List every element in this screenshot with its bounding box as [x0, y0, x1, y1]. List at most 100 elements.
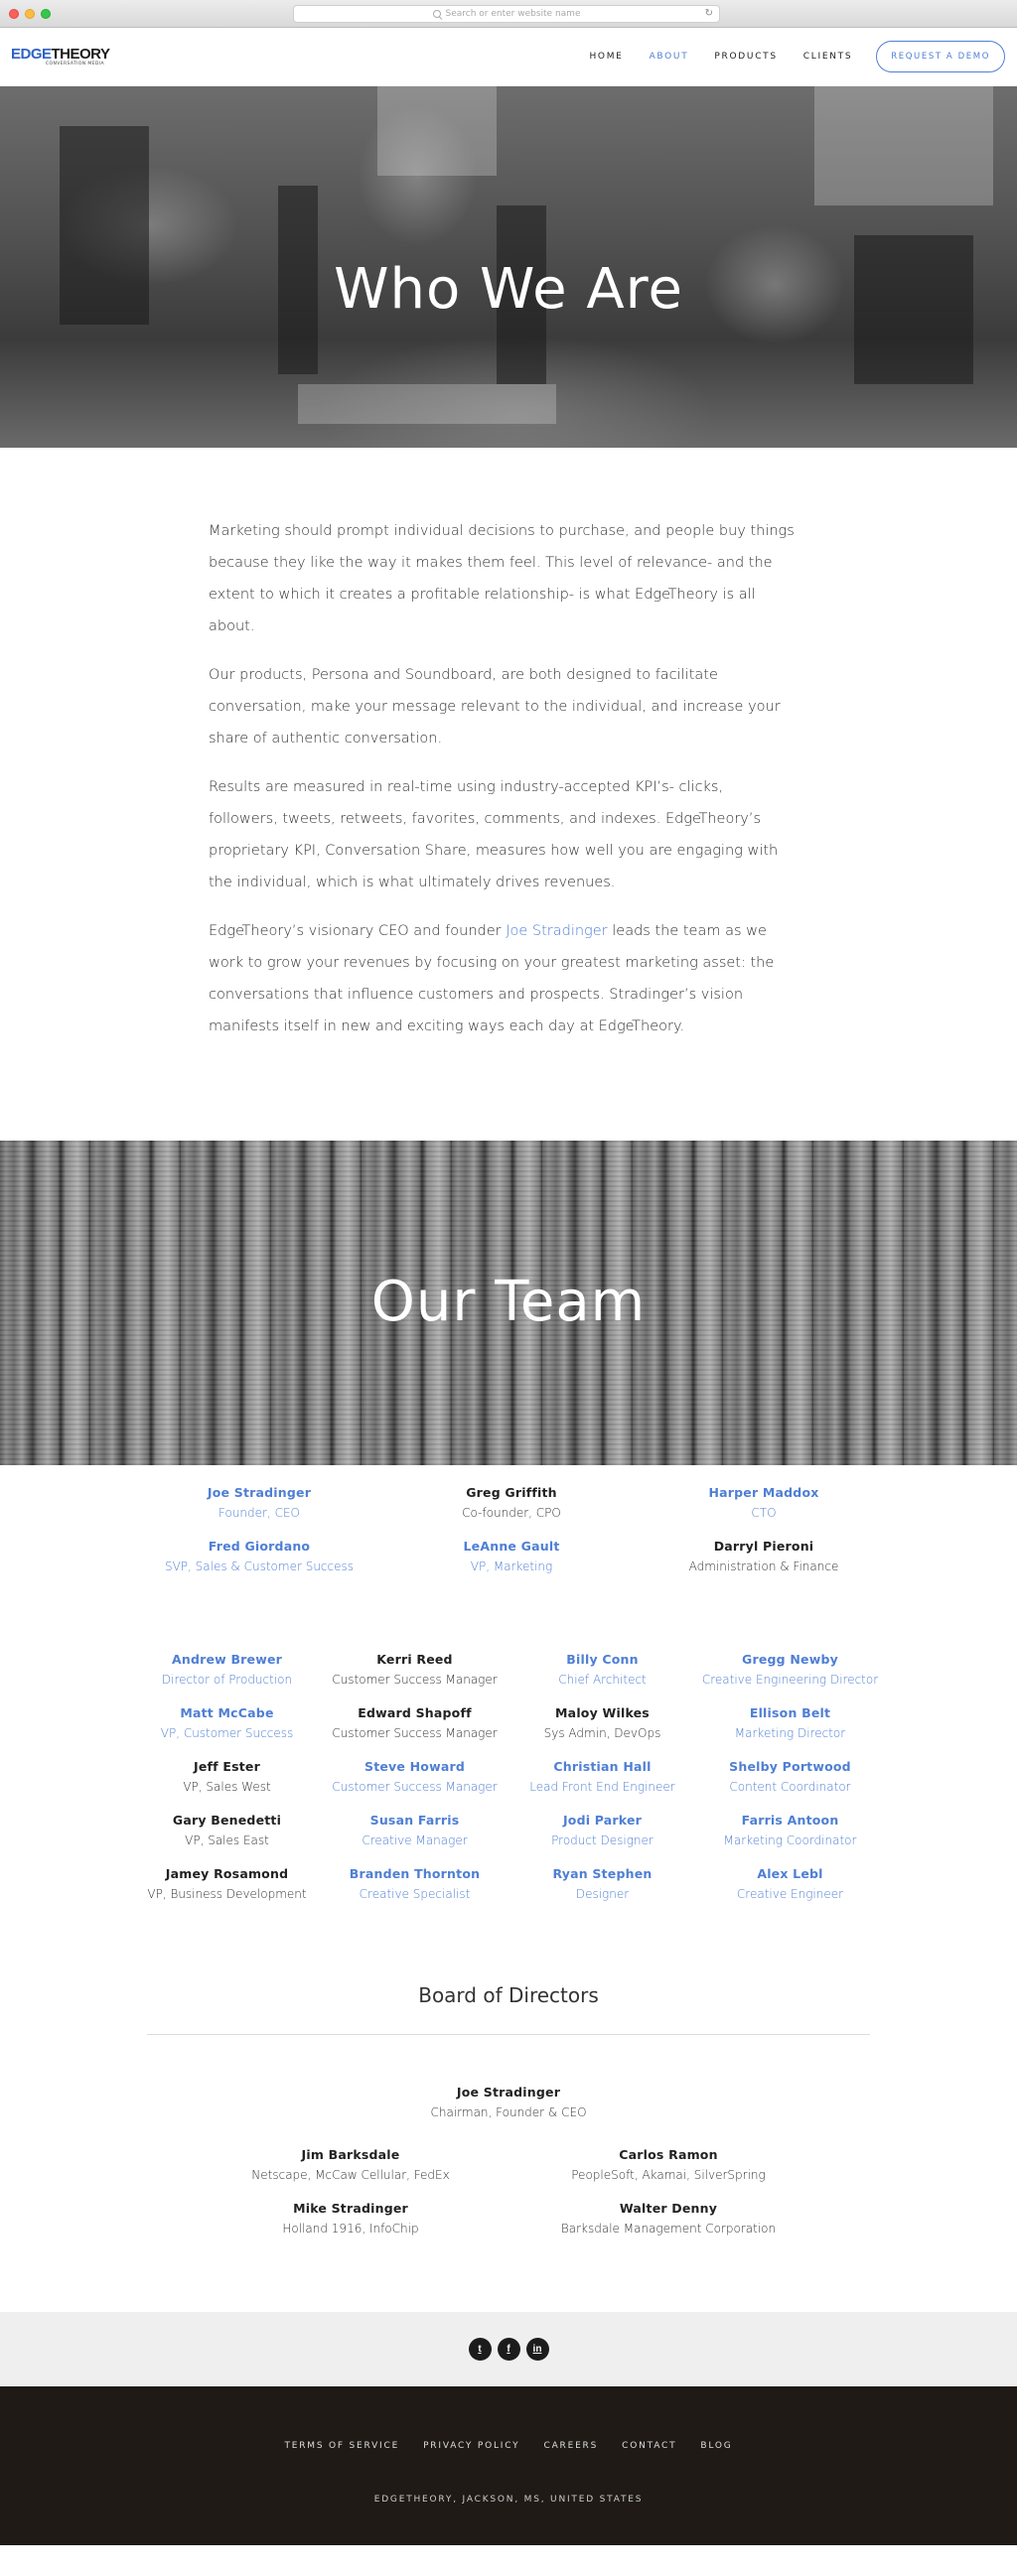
address-bar[interactable]: Search or enter website name ↻ — [293, 5, 720, 23]
reload-icon[interactable]: ↻ — [705, 8, 713, 19]
member-role: Product Designer — [551, 1833, 654, 1847]
member-name: Mike Stradinger — [293, 2201, 408, 2216]
member-name: Ryan Stephen — [552, 1866, 653, 1881]
site-footer: TERMS OF SERVICE PRIVACY POLICY CAREERS … — [0, 2386, 1017, 2545]
member-role: VP, Marketing — [470, 1559, 553, 1573]
member-role: Director of Production — [161, 1673, 293, 1687]
twitter-icon[interactable]: t — [468, 2338, 492, 2361]
team-member[interactable]: Farris Antoon Marketing Coordinator — [696, 1813, 884, 1847]
member-name: Maloy Wilkes — [555, 1705, 650, 1720]
minimize-window-button[interactable] — [25, 9, 35, 19]
member-name: Walter Denny — [619, 2201, 718, 2216]
member-role: Chairman, Founder & CEO — [430, 2105, 587, 2119]
member-role: Creative Specialist — [359, 1887, 471, 1901]
linkedin-icon[interactable]: in — [525, 2338, 549, 2361]
footer-link-blog[interactable]: BLOG — [700, 2441, 732, 2451]
team-member[interactable]: Gregg Newby Creative Engineering Director — [696, 1652, 884, 1687]
team-member[interactable]: Ryan Stephen Designer — [508, 1866, 696, 1901]
nav-home[interactable]: HOME — [589, 52, 623, 62]
ceo-link[interactable]: Joe Stradinger — [506, 923, 607, 939]
close-window-button[interactable] — [9, 9, 19, 19]
team-member[interactable]: Ellison Belt Marketing Director — [696, 1705, 884, 1740]
team-member: Maloy Wilkes Sys Admin, DevOps — [508, 1705, 696, 1740]
member-role: Creative Engineer — [736, 1887, 844, 1901]
member-role: Sys Admin, DevOps — [543, 1726, 661, 1740]
team-member: Gary Benedetti VP, Sales East — [133, 1813, 321, 1847]
team-member[interactable]: Shelby Portwood Content Coordinator — [696, 1759, 884, 1794]
member-role: Barksdale Management Corporation — [560, 2222, 777, 2236]
member-name: Susan Farris — [369, 1813, 460, 1828]
team-member: Jeff Ester VP, Sales West — [133, 1759, 321, 1794]
team-member[interactable]: Billy Conn Chief Architect — [508, 1652, 696, 1687]
leadership-grid: Joe Stradinger Founder, CEO Greg Griffith… — [133, 1485, 1017, 1573]
member-role: Creative Engineering Director — [701, 1673, 879, 1687]
member-name: Harper Maddox — [708, 1485, 819, 1500]
team-member[interactable]: Christian Hall Lead Front End Engineer — [508, 1759, 696, 1794]
member-role: Netscape, McCaw Cellular, FedEx — [251, 2168, 450, 2182]
nav-clients[interactable]: CLIENTS — [803, 52, 852, 62]
member-role: VP, Sales West — [183, 1780, 271, 1794]
member-role: Co-founder, CPO — [462, 1506, 561, 1520]
team-member[interactable]: Susan Farris Creative Manager — [321, 1813, 508, 1847]
maximize-window-button[interactable] — [41, 9, 51, 19]
member-name: Farris Antoon — [741, 1813, 839, 1828]
team-member[interactable]: Andrew Brewer Director of Production — [133, 1652, 321, 1687]
intro-paragraph: EdgeTheory’s visionary CEO and founder J… — [209, 915, 795, 1042]
board-member: Mike Stradinger Holland 1916, InfoChip — [192, 2201, 509, 2236]
footer-link-privacy[interactable]: PRIVACY POLICY — [423, 2441, 519, 2451]
member-role: Designer — [575, 1887, 630, 1901]
footer-link-terms[interactable]: TERMS OF SERVICE — [284, 2441, 399, 2451]
member-name: Fred Giordano — [208, 1539, 311, 1554]
member-role: Content Coordinator — [729, 1780, 851, 1794]
team-member[interactable]: Jodi Parker Product Designer — [508, 1813, 696, 1847]
team-member[interactable]: Matt McCabe VP, Customer Success — [133, 1705, 321, 1740]
search-icon — [432, 10, 441, 18]
member-name: Kerri Reed — [376, 1652, 453, 1667]
member-name: Shelby Portwood — [729, 1759, 851, 1774]
footer-link-careers[interactable]: CAREERS — [543, 2441, 598, 2451]
team-title: Our Team — [370, 1270, 647, 1334]
intro-paragraph: Results are measured in real-time using … — [209, 779, 779, 890]
intro-paragraph: Our products, Persona and Soundboard, ar… — [209, 667, 781, 746]
member-name: Ellison Belt — [749, 1705, 831, 1720]
member-name: Joe Stradinger — [456, 2085, 561, 2100]
logo[interactable]: EDGETHEORY CONVERSATION MEDIA — [11, 45, 110, 68]
logo-tagline: CONVERSATION MEDIA — [46, 61, 104, 67]
team-member[interactable]: Fred Giordano SVP, Sales & Customer Succe… — [133, 1539, 385, 1573]
hero-banner: Who We Are — [0, 86, 1017, 448]
facebook-icon[interactable]: f — [497, 2338, 520, 2361]
nav-about[interactable]: ABOUT — [650, 52, 689, 62]
member-role: VP, Customer Success — [160, 1726, 294, 1740]
board-chair: Joe Stradinger Chairman, Founder & CEO — [0, 2085, 1017, 2119]
member-name: Gregg Newby — [742, 1652, 838, 1667]
board-member: Jim Barksdale Netscape, McCaw Cellular, F… — [192, 2147, 509, 2182]
member-name: Andrew Brewer — [171, 1652, 283, 1667]
browser-toolbar: Search or enter website name ↻ — [0, 0, 1017, 28]
member-name: Darryl Pieroni — [713, 1539, 814, 1554]
team-member: Kerri Reed Customer Success Manager — [321, 1652, 508, 1687]
social-bar: t f in — [0, 2312, 1017, 2386]
member-name: Steve Howard — [364, 1759, 465, 1774]
team-member[interactable]: Alex Lebl Creative Engineer — [696, 1866, 884, 1901]
board-title: Board of Directors — [418, 1983, 599, 2007]
logo-theory: THEORY — [51, 45, 110, 63]
team-member[interactable]: Harper Maddox CTO — [638, 1485, 890, 1520]
member-name: Matt McCabe — [180, 1705, 274, 1720]
window-controls — [9, 9, 51, 19]
footer-link-contact[interactable]: CONTACT — [622, 2441, 676, 2451]
member-role: VP, Business Development — [147, 1887, 307, 1901]
main-nav: HOME ABOUT PRODUCTS CLIENTS REQUEST A DE… — [563, 41, 1005, 72]
intro-text: leads the team as we work to grow your r… — [209, 923, 775, 1034]
member-role: Marketing Director — [734, 1726, 846, 1740]
team-member[interactable]: LeAnne Gault VP, Marketing — [385, 1539, 638, 1573]
member-name: Branden Thornton — [349, 1866, 481, 1881]
nav-products[interactable]: PRODUCTS — [714, 52, 777, 62]
hero-photo-shape — [814, 86, 993, 205]
member-name: Christian Hall — [553, 1759, 652, 1774]
team-member[interactable]: Steve Howard Customer Success Manager — [321, 1759, 508, 1794]
member-name: Jamey Rosamond — [165, 1866, 289, 1881]
team-member[interactable]: Branden Thornton Creative Specialist — [321, 1866, 508, 1901]
request-demo-button[interactable]: REQUEST A DEMO — [876, 41, 1005, 72]
team-member[interactable]: Joe Stradinger Founder, CEO — [133, 1485, 385, 1520]
member-role: Administration & Finance — [688, 1559, 839, 1573]
